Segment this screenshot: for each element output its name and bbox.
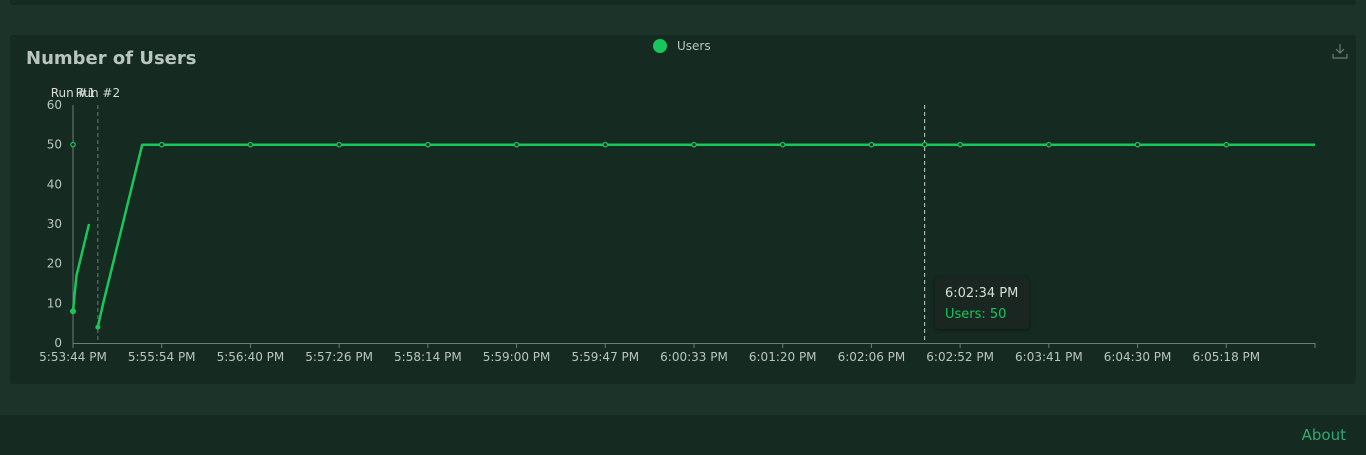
users-data-point: [70, 141, 76, 148]
users-series-line: [96, 143, 1315, 328]
x-tick-label: 6:02:52 PM: [926, 350, 994, 364]
y-tick-label: 20: [47, 257, 62, 271]
x-tick-label: 6:01:20 PM: [749, 350, 817, 364]
users-data-point: [779, 141, 786, 148]
users-data-point: [1223, 141, 1230, 148]
y-tick-label: 0: [54, 336, 62, 350]
users-data-point: [158, 141, 165, 148]
x-tick-label: 5:58:14 PM: [394, 350, 462, 364]
run-marker-label: Run #2: [76, 86, 121, 100]
x-tick-label: 6:05:18 PM: [1192, 350, 1260, 364]
users-data-point: [1134, 141, 1141, 148]
y-tick-label: 50: [47, 138, 62, 152]
users-data-point: [957, 141, 963, 148]
users-line-chart: 0 10 20 30 40 50 60 5:53:44 PM 5:55:54 PM 5:56:40…: [39, 86, 1316, 364]
x-tick-label: 6:02:06 PM: [838, 350, 906, 364]
x-tick-label: 6:03:41 PM: [1015, 350, 1083, 364]
users-data-point: [336, 141, 342, 148]
users-data-point: [1046, 141, 1052, 148]
y-tick-label: 10: [47, 296, 62, 310]
users-data-point: [95, 324, 101, 330]
users-series-line: [71, 223, 91, 312]
x-tick-label: 5:56:40 PM: [217, 350, 285, 364]
users-data-point: [868, 141, 875, 148]
x-tick-label: 5:59:47 PM: [571, 350, 639, 364]
tooltip-value: Users: 50: [945, 307, 1007, 322]
y-tick-label: 60: [47, 98, 62, 112]
users-data-point: [425, 141, 431, 148]
users-data-point: [513, 141, 520, 148]
users-data-point: [921, 141, 928, 148]
x-tick-label: 5:57:26 PM: [305, 350, 373, 364]
about-link[interactable]: About: [1302, 426, 1346, 444]
users-data-point: [247, 141, 254, 148]
x-tick-label: 6:04:30 PM: [1104, 350, 1172, 364]
users-data-point: [691, 141, 697, 148]
footer: About: [0, 415, 1366, 455]
x-tick-label: 5:53:44 PM: [39, 350, 107, 364]
users-data-point: [70, 308, 76, 315]
x-tick-label: 6:00:33 PM: [660, 350, 728, 364]
y-tick-label: 40: [47, 177, 62, 191]
x-tick-label: 5:55:54 PM: [128, 350, 196, 364]
users-data-point: [602, 141, 609, 148]
y-tick-label: 30: [47, 217, 62, 231]
x-tick-label: 5:59:00 PM: [483, 350, 551, 364]
chart-tooltip: 6:02:34 PM Users: 50: [935, 277, 1029, 329]
tooltip-time: 6:02:34 PM: [945, 286, 1019, 301]
